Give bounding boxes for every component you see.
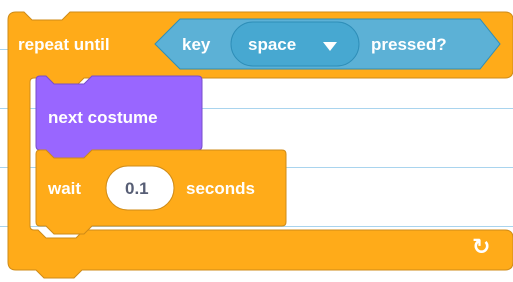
- key-label: key: [182, 35, 211, 54]
- seconds-label: seconds: [186, 179, 255, 198]
- wait-label: wait: [48, 179, 82, 198]
- next-costume-label: next costume: [48, 108, 158, 127]
- dropdown-arrow-icon[interactable]: [323, 42, 337, 51]
- repeat-until-label: repeat until: [18, 35, 110, 54]
- loop-arrow-icon: ↻: [472, 235, 491, 260]
- wait-seconds-value: 0.1: [125, 179, 149, 198]
- key-value: space: [248, 35, 297, 54]
- pressed-label: pressed?: [371, 35, 447, 54]
